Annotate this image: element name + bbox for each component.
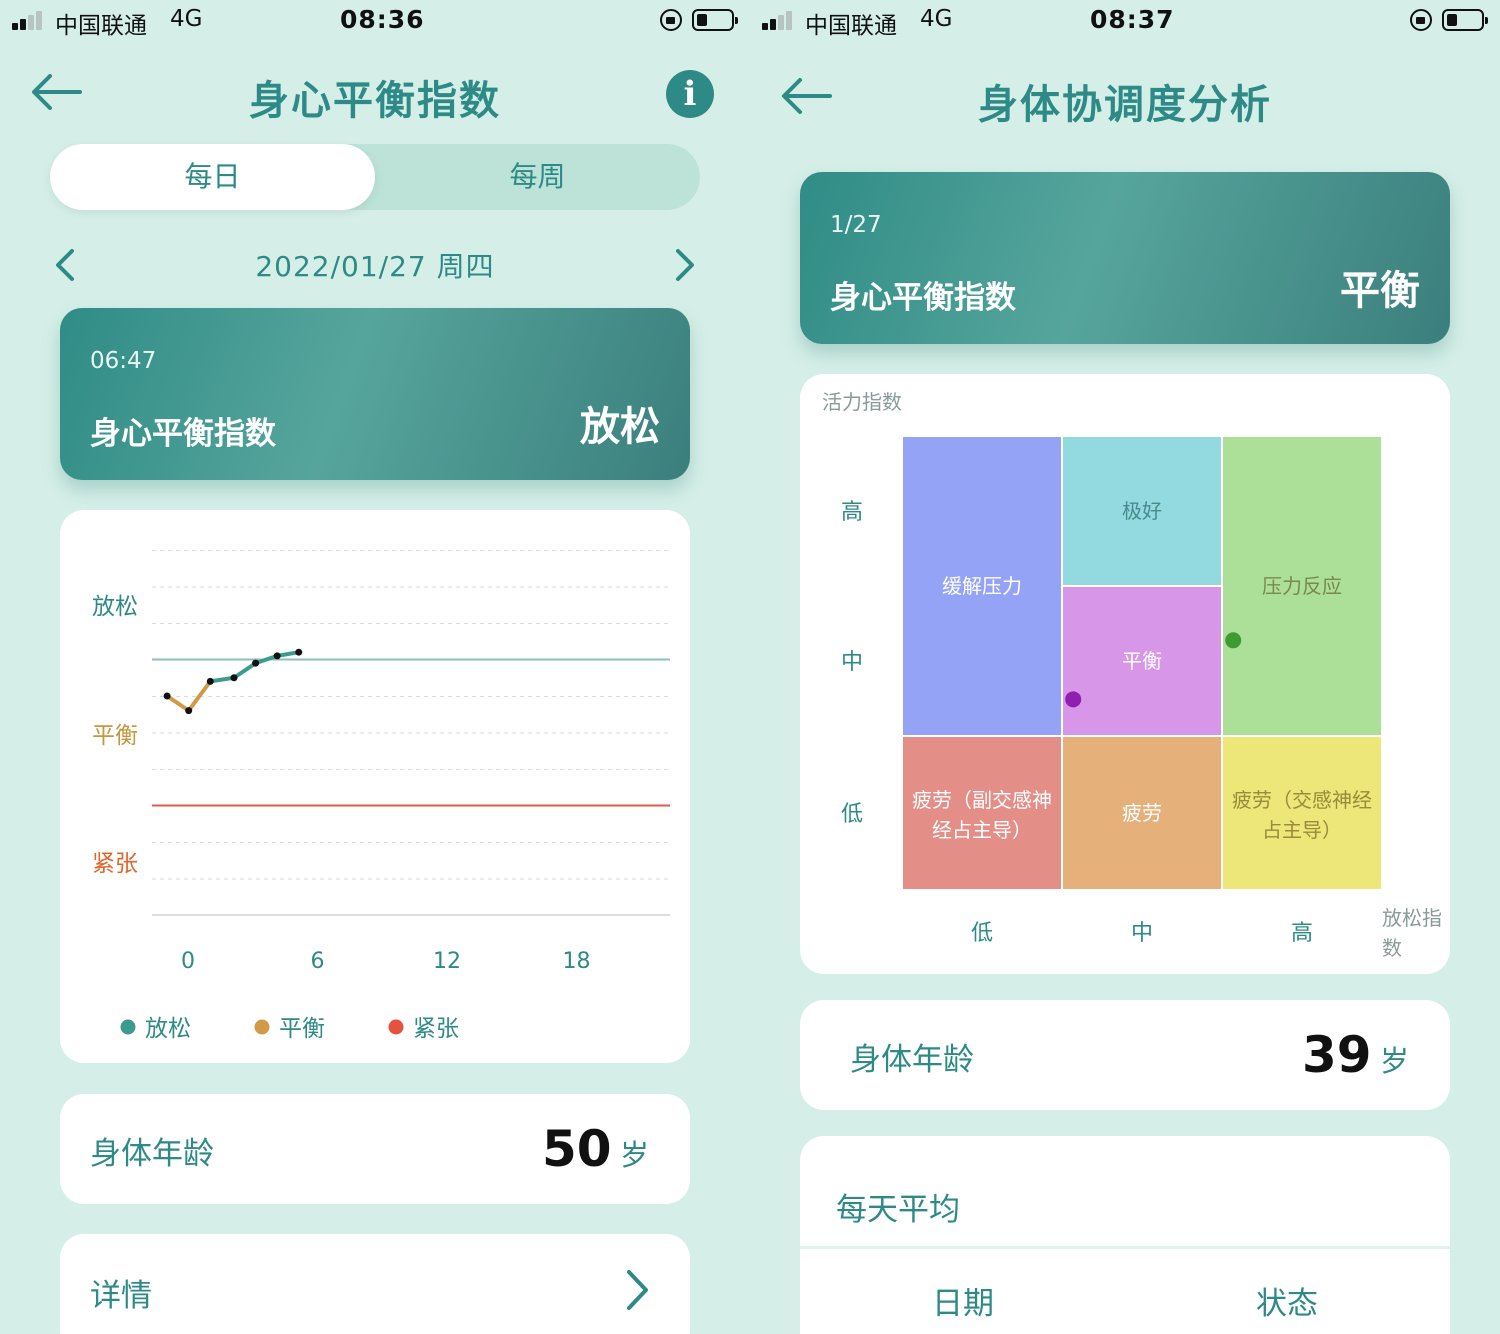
x-axis-title: 放松指 [1382, 906, 1442, 930]
y-category-label: 放松 [92, 594, 138, 620]
battery-icon [1442, 9, 1488, 31]
legend-label: 紧张 [413, 1016, 459, 1042]
y-category-label: 紧张 [92, 851, 138, 877]
details-row[interactable]: 详情 [60, 1234, 690, 1334]
matrix-cell-label: 疲劳（交感神经 [1232, 788, 1372, 812]
balance-chart-card: 放松平衡紧张06121824放松平衡紧张 [60, 510, 690, 1063]
matrix-cell [1223, 737, 1381, 889]
status-bar: 中国联通 4G 08:36 [0, 0, 750, 42]
summary-value: 放松 [580, 404, 660, 450]
summary-date: 1/27 [830, 212, 882, 238]
daily-average-title: 每天平均 [836, 1192, 960, 1228]
summary-time: 06:47 [90, 348, 157, 374]
status-time: 08:37 [1090, 5, 1175, 34]
orientation-lock-icon [660, 9, 682, 31]
x-level-label: 低 [971, 921, 993, 946]
body-age-value: 39 [1302, 1026, 1372, 1084]
x-level-label: 高 [1291, 921, 1313, 946]
orientation-lock-icon [1410, 9, 1432, 31]
matrix-cell-label: 占主导） [1262, 818, 1342, 842]
summary-label: 身心平衡指数 [830, 280, 1016, 316]
series-segment [165, 694, 191, 713]
battery-icon [692, 9, 738, 31]
y-level-label: 中 [841, 650, 863, 675]
body-age-label: 身体年龄 [850, 1042, 974, 1078]
x-tick-label: 12 [433, 949, 461, 974]
signal-icon [12, 10, 46, 30]
summary-label: 身心平衡指数 [90, 416, 276, 452]
data-point [185, 707, 193, 715]
current-date: 2022/01/27 周四 [255, 250, 495, 283]
x-tick-label: 18 [563, 949, 591, 974]
x-tick-label: 0 [181, 949, 195, 974]
data-point [252, 659, 260, 667]
matrix-cell-label: 极好 [1122, 499, 1162, 523]
series-segment [232, 661, 258, 680]
page-title: 身体协调度分析 [978, 82, 1272, 128]
x-tick-label: 6 [311, 949, 325, 974]
period-segmented-control: 每日 每周 [50, 144, 700, 210]
x-axis-title: 数 [1382, 936, 1402, 960]
page-title: 身心平衡指数 [249, 78, 501, 124]
body-age-label: 身体年龄 [90, 1136, 214, 1172]
summary-card: 1/27 身心平衡指数 平衡 [800, 172, 1450, 344]
matrix-cell-label: 缓解压力 [942, 574, 1022, 598]
matrix-point [1225, 632, 1242, 649]
series-segment [208, 675, 237, 684]
matrix-cell [903, 737, 1061, 889]
legend-dot [254, 1019, 270, 1035]
body-age-unit: 岁 [1380, 1044, 1410, 1078]
tab-daily[interactable]: 每日 [50, 144, 375, 210]
matrix-cell-label: 经占主导） [932, 818, 1032, 842]
tab-weekly[interactable]: 每周 [375, 144, 700, 210]
chevron-right-icon[interactable] [670, 248, 700, 282]
details-label: 详情 [90, 1278, 152, 1314]
series-segment [186, 679, 213, 713]
divider [800, 1246, 1450, 1249]
matrix-point [1065, 691, 1082, 708]
network-type: 4G [920, 6, 953, 32]
legend-dot [388, 1019, 404, 1035]
info-icon[interactable]: i [666, 70, 714, 118]
status-bar: 中国联通 4G 08:37 [750, 0, 1500, 42]
left-screen: 中国联通 4G 08:36 身心平衡指数 i 每日 每周 2022/01/27 … [0, 0, 750, 1334]
matrix-cell-label: 压力反应 [1262, 574, 1342, 598]
coordination-matrix: 缓解压力 极好压力反应平衡疲劳（副交感神经占主导） 疲劳 疲劳（交感神经占主导） 活力指… [822, 390, 1442, 960]
carrier-name: 中国联通 [805, 13, 897, 39]
legend-label: 放松 [145, 1016, 191, 1042]
body-age-card: 身体年龄 50 岁 [60, 1094, 690, 1204]
y-axis-title: 活力指数 [822, 390, 902, 414]
summary-card: 06:47 身心平衡指数 放松 [60, 308, 690, 480]
matrix-cell-label: 疲劳（副交感神 [912, 788, 1052, 812]
data-point [230, 674, 238, 682]
column-header-status: 状态 [1256, 1286, 1318, 1322]
data-point [206, 677, 214, 685]
x-level-label: 中 [1131, 921, 1153, 946]
matrix-cell-label: 疲劳 [1122, 801, 1162, 825]
body-age-card: 身体年龄 39 岁 [800, 1000, 1450, 1110]
column-header-date: 日期 [932, 1286, 994, 1322]
data-point [273, 652, 281, 660]
data-point [163, 692, 171, 700]
body-age-value: 50 [542, 1120, 612, 1178]
network-type: 4G [170, 6, 203, 32]
signal-icon [762, 10, 796, 30]
data-point [295, 648, 303, 656]
summary-value: 平衡 [1340, 268, 1420, 314]
legend-dot [120, 1019, 136, 1035]
balance-line-chart: 放松平衡紧张06121824放松平衡紧张 [92, 550, 670, 1042]
daily-average-card: 每天平均 日期 状态 [800, 1136, 1450, 1334]
coordination-matrix-card: 缓解压力 极好压力反应平衡疲劳（副交感神 经占主导） 疲劳 疲劳（交感神经 占主导） 活力指… [800, 374, 1450, 974]
chevron-right-icon [627, 1270, 648, 1310]
carrier-name: 中国联通 [55, 13, 147, 39]
body-age-unit: 岁 [620, 1138, 650, 1172]
y-level-label: 高 [841, 500, 863, 525]
y-category-label: 平衡 [92, 723, 138, 749]
right-screen: 中国联通 4G 08:37 身体协调度分析 1/27 身心平衡指数 平衡 缓解压… [750, 0, 1500, 1334]
y-level-label: 低 [841, 802, 863, 827]
legend-label: 平衡 [279, 1016, 325, 1042]
status-time: 08:36 [340, 5, 425, 34]
matrix-cell-label: 平衡 [1122, 649, 1162, 673]
